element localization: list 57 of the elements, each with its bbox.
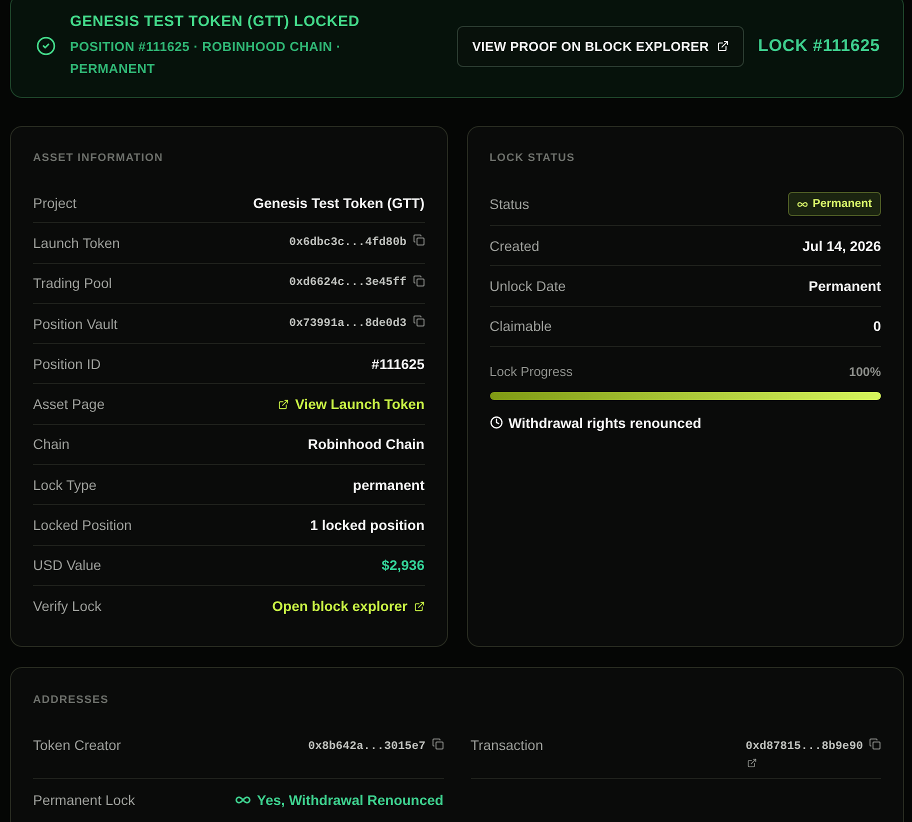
- row-label: Unlock Date: [490, 276, 566, 295]
- row-value: permanent: [352, 476, 424, 494]
- row-value: 0: [873, 317, 881, 336]
- row-label: Transaction: [470, 736, 544, 754]
- row-value: #111625: [372, 354, 424, 373]
- copy-icon[interactable]: [412, 234, 424, 246]
- row-label: Permanent Lock: [33, 791, 135, 810]
- address-text: 0x8b642a...3015e7: [308, 738, 426, 755]
- address-text: 0xd87815...8b9e90: [746, 738, 863, 755]
- row-label: Trading Pool: [33, 274, 112, 292]
- view-proof-button[interactable]: VIEW PROOF ON BLOCK EXPLORER: [457, 26, 744, 66]
- external-link-icon[interactable]: [746, 758, 757, 768]
- lock-id: LOCK #111625: [758, 36, 880, 56]
- external-link-icon: [278, 398, 290, 410]
- card-heading: ASSET INFORMATION: [33, 151, 164, 165]
- row-value: Permanent: [808, 276, 881, 295]
- row-label: Token Creator: [33, 736, 121, 754]
- progress-label: Lock Progress: [490, 364, 573, 380]
- clock-icon: [490, 416, 502, 430]
- block-explorer-link[interactable]: Open block explorer: [272, 597, 424, 616]
- address-text: 0xd6624c...3e45ff: [289, 275, 406, 292]
- row-label: Launch Token: [33, 234, 120, 252]
- row-value: Robinhood Chain: [308, 435, 424, 454]
- banner-subtitle: POSITION #111625 · ROBINHOOD CHAIN · PERMANENT: [70, 38, 342, 78]
- row-label: Claimable: [490, 317, 552, 336]
- row-label: Project: [33, 194, 77, 212]
- address-text: 0x73991a...8de0d3: [289, 316, 406, 332]
- row-label: Locked Position: [33, 516, 132, 534]
- row-label: Status: [490, 195, 530, 213]
- row-label: Verify Lock: [33, 597, 102, 616]
- row-value: 1 locked position: [310, 516, 424, 534]
- row-label: Chain: [33, 435, 70, 454]
- launch-token-link[interactable]: View Launch Token: [278, 395, 424, 414]
- external-link-icon: [414, 600, 424, 612]
- address-text: 0x6dbc3c...4fd80b: [289, 234, 406, 251]
- copy-icon[interactable]: [412, 274, 424, 287]
- withdrawal-note: Withdrawal rights renounced: [508, 414, 702, 431]
- card-heading: ADDRESSES: [33, 693, 110, 708]
- row-value: Jul 14, 2026: [802, 236, 881, 255]
- row-label: Lock Type: [33, 476, 97, 494]
- external-link-icon: [717, 40, 729, 52]
- copy-icon[interactable]: [869, 738, 881, 750]
- row-label: Asset Page: [33, 395, 105, 414]
- check-circle-icon: [36, 36, 56, 56]
- banner-title: GENESIS TEST TOKEN (GTT) LOCKED: [70, 12, 361, 32]
- copy-icon[interactable]: [412, 315, 424, 328]
- row-label: Position ID: [33, 354, 101, 373]
- card-heading: LOCK STATUS: [490, 151, 576, 165]
- row-label: Created: [490, 236, 540, 255]
- row-label: USD Value: [33, 556, 102, 574]
- usd-value: $2,936: [382, 556, 424, 574]
- row-value: Genesis Test Token (GTT): [253, 194, 424, 212]
- row-label: Position Vault: [33, 314, 118, 333]
- status-badge: Permanent: [788, 192, 881, 216]
- status-value: Yes, Withdrawal Renounced: [234, 791, 444, 810]
- copy-icon[interactable]: [432, 738, 444, 750]
- progress-reading: 100%: [849, 364, 881, 380]
